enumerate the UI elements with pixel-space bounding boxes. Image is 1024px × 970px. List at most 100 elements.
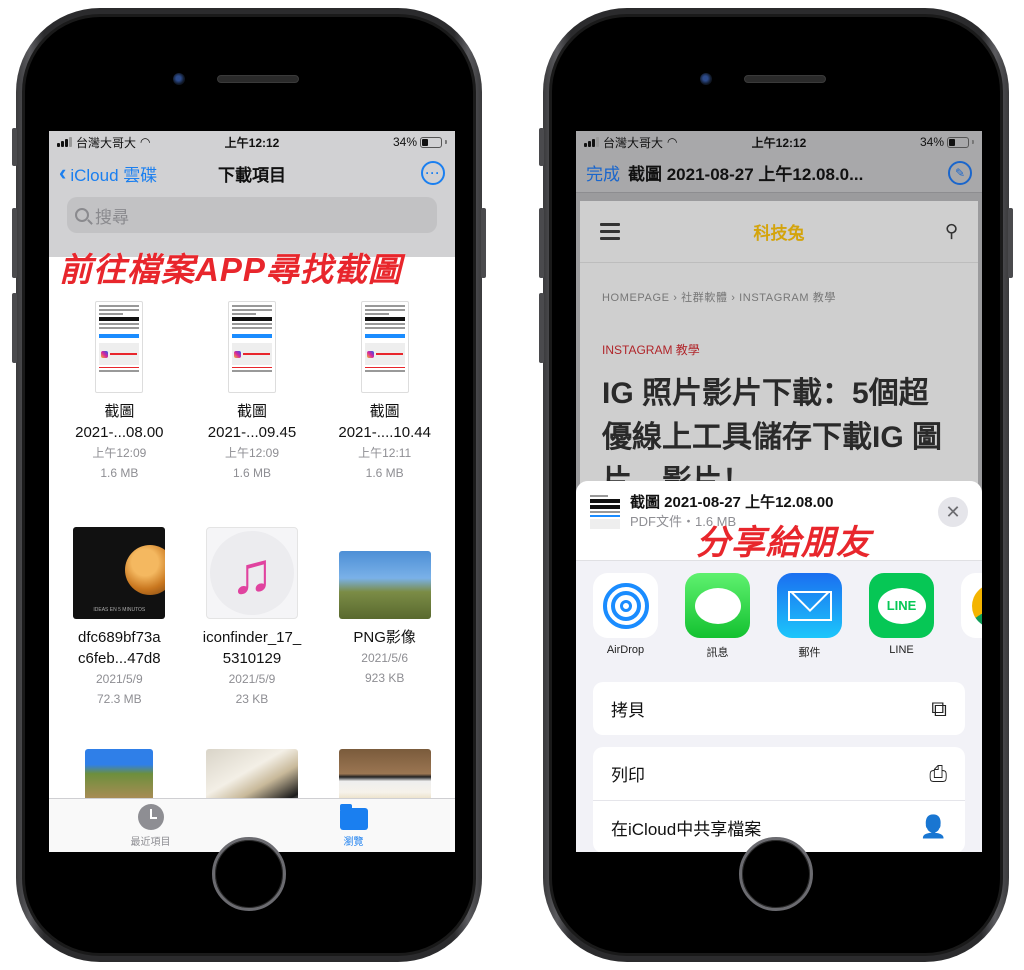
share-app-airdrop[interactable]: AirDrop bbox=[593, 573, 658, 660]
close-icon: ✕ bbox=[945, 501, 961, 522]
copy-icon: ⧉ bbox=[931, 695, 947, 721]
tab-recents[interactable]: 最近項目 bbox=[49, 799, 252, 852]
mute-switch bbox=[12, 128, 17, 166]
breadcrumb-item[interactable]: 社群軟體 bbox=[681, 292, 727, 304]
pdf-thumbnail bbox=[590, 493, 620, 537]
mail-icon bbox=[777, 573, 842, 638]
file-date: 上午12:09 bbox=[224, 446, 279, 460]
file-size: 1.6 MB bbox=[365, 466, 404, 480]
file-size: 1.6 MB bbox=[100, 466, 139, 480]
share-sheet-header: 截圖 2021-08-27 上午12.08.00 PDF文件・1.6 MB ✕ bbox=[576, 481, 982, 561]
carrier-name: 台灣大哥大 bbox=[76, 135, 137, 150]
file-name: 截圖 bbox=[369, 403, 400, 420]
close-button[interactable]: ✕ bbox=[938, 497, 968, 527]
share-app-chrome[interactable]: C bbox=[961, 573, 982, 660]
site-header: 科技兔 ⚲ bbox=[580, 201, 978, 263]
file-date: 上午12:11 bbox=[358, 446, 412, 460]
file-name: dfc689bf73a bbox=[78, 629, 161, 646]
status-bar: 台灣大哥大 ◠ 上午12:12 34% bbox=[576, 131, 982, 153]
breadcrumb-item[interactable]: INSTAGRAM 教學 bbox=[739, 292, 836, 304]
wifi-icon: ◠ bbox=[667, 135, 678, 149]
tab-browse[interactable]: 瀏覽 bbox=[252, 799, 455, 852]
clock-icon bbox=[137, 803, 164, 830]
share-app-messages[interactable]: 訊息 bbox=[685, 573, 750, 660]
volume-up-button bbox=[12, 208, 17, 278]
share-app-mail[interactable]: 郵件 bbox=[777, 573, 842, 660]
earpiece-speaker bbox=[217, 75, 299, 83]
search-placeholder: 搜尋 bbox=[95, 207, 129, 227]
done-button[interactable]: 完成 bbox=[586, 160, 620, 185]
power-button bbox=[481, 208, 486, 278]
pdf-thumbnail bbox=[95, 301, 144, 393]
share-file-title: 截圖 2021-08-27 上午12.08.00 bbox=[630, 494, 834, 511]
file-item[interactable]: IDEAS EN 5 MINUTOS dfc689bf73a c6feb...47… bbox=[53, 523, 186, 709]
messages-icon bbox=[685, 573, 750, 638]
file-size: 23 KB bbox=[235, 692, 269, 706]
back-label: iCloud 雲碟 bbox=[70, 165, 158, 185]
file-item[interactable]: 截圖 2021-...09.45 上午12:09 1.6 MB bbox=[186, 297, 319, 483]
status-bar: 台灣大哥大 ◠ 上午12:12 34% bbox=[49, 131, 455, 153]
action-group: 拷貝 ⧉ bbox=[593, 682, 965, 735]
file-name: 截圖 bbox=[104, 403, 135, 420]
search-icon[interactable]: ⚲ bbox=[945, 221, 958, 242]
share-person-icon: 👤 bbox=[919, 814, 947, 839]
line-icon: LINE bbox=[869, 573, 934, 638]
signal-icon bbox=[57, 137, 72, 147]
music-note-icon: ♫ bbox=[230, 540, 274, 606]
folder-icon bbox=[339, 803, 368, 830]
pdf-thumbnail bbox=[360, 301, 409, 393]
file-grid: 截圖 2021-...08.00 上午12:09 1.6 MB 截圖 2021-...… bbox=[49, 297, 455, 811]
file-size: 923 KB bbox=[364, 671, 405, 685]
search-icon bbox=[75, 208, 89, 222]
file-size: 72.3 MB bbox=[96, 692, 142, 706]
markup-button[interactable]: ✎ bbox=[948, 160, 972, 185]
document-title: 截圖 2021-08-27 上午12.08.0... bbox=[628, 165, 864, 184]
more-options-button[interactable]: ··· bbox=[421, 161, 445, 185]
back-button[interactable]: ‹ iCloud 雲碟 bbox=[59, 161, 157, 186]
file-name-2: 2021-...09.45 bbox=[207, 424, 297, 441]
battery-icon bbox=[420, 136, 442, 148]
search-input[interactable]: 搜尋 bbox=[67, 197, 437, 233]
phone-left: 台灣大哥大 ◠ 上午12:12 34% ‹ iCloud 雲碟 下載項目 ···… bbox=[12, 8, 486, 962]
chevron-left-icon: ‹ bbox=[59, 160, 67, 185]
file-item[interactable]: 截圖 2021-....10.44 上午12:11 1.6 MB bbox=[318, 297, 451, 483]
burger-photo-thumbnail: IDEAS EN 5 MINUTOS bbox=[73, 527, 166, 619]
home-button[interactable] bbox=[739, 837, 813, 911]
volume-down-button bbox=[539, 293, 544, 363]
markup-pen-icon: ✎ bbox=[954, 165, 966, 180]
file-item[interactable]: PNG影像 2021/5/6 923 KB bbox=[318, 523, 451, 709]
nav-bar: ‹ iCloud 雲碟 下載項目 ··· bbox=[49, 153, 455, 193]
phone-right: 台灣大哥大 ◠ 上午12:12 34% 完成 截圖 2021-08-27 上午1… bbox=[539, 8, 1013, 962]
nav-bar: 完成 截圖 2021-08-27 上午12.08.0... ✎ bbox=[576, 153, 982, 193]
share-app-line[interactable]: LINE LINE bbox=[869, 573, 934, 660]
file-name-2: 5310129 bbox=[222, 650, 282, 667]
file-date: 2021/5/9 bbox=[95, 672, 143, 686]
action-copy[interactable]: 拷貝 ⧉ bbox=[593, 682, 965, 735]
hamburger-menu-icon[interactable] bbox=[600, 223, 620, 240]
share-file-subtitle: PDF文件・1.6 MB bbox=[630, 514, 737, 529]
breadcrumb-item[interactable]: HOMEPAGE bbox=[602, 292, 670, 304]
battery-icon bbox=[947, 136, 969, 148]
airdrop-icon bbox=[593, 573, 658, 638]
chevron-right-icon: › bbox=[731, 292, 740, 304]
front-camera bbox=[700, 73, 712, 85]
files-app-screen: 台灣大哥大 ◠ 上午12:12 34% ‹ iCloud 雲碟 下載項目 ···… bbox=[49, 131, 455, 852]
file-name-2: c6feb...47d8 bbox=[78, 650, 161, 667]
file-item[interactable]: 截圖 2021-...08.00 上午12:09 1.6 MB bbox=[53, 297, 186, 483]
breadcrumb: HOMEPAGE › 社群軟體 › INSTAGRAM 教學 bbox=[602, 289, 978, 305]
chrome-icon bbox=[961, 573, 982, 638]
action-label: 在iCloud中共享檔案 bbox=[611, 819, 762, 839]
file-name: 截圖 bbox=[236, 403, 267, 420]
home-button[interactable] bbox=[212, 837, 286, 911]
carrier-name: 台灣大哥大 bbox=[603, 135, 664, 150]
file-item[interactable]: ♫ iconfinder_17_ 5310129 2021/5/9 23 KB bbox=[186, 523, 319, 709]
share-apps-row: AirDrop 訊息 郵件 LINE LINE bbox=[576, 561, 982, 660]
file-name-2: 2021-...08.00 bbox=[75, 424, 164, 441]
file-name: iconfinder_17_ bbox=[202, 629, 302, 646]
file-name: PNG影像 bbox=[353, 629, 416, 646]
action-print[interactable]: 列印 ⎙ bbox=[593, 747, 965, 800]
share-sheet: 截圖 2021-08-27 上午12.08.00 PDF文件・1.6 MB ✕ … bbox=[576, 481, 982, 852]
volume-up-button bbox=[539, 208, 544, 278]
chevron-right-icon: › bbox=[673, 292, 682, 304]
signal-icon bbox=[584, 137, 599, 147]
